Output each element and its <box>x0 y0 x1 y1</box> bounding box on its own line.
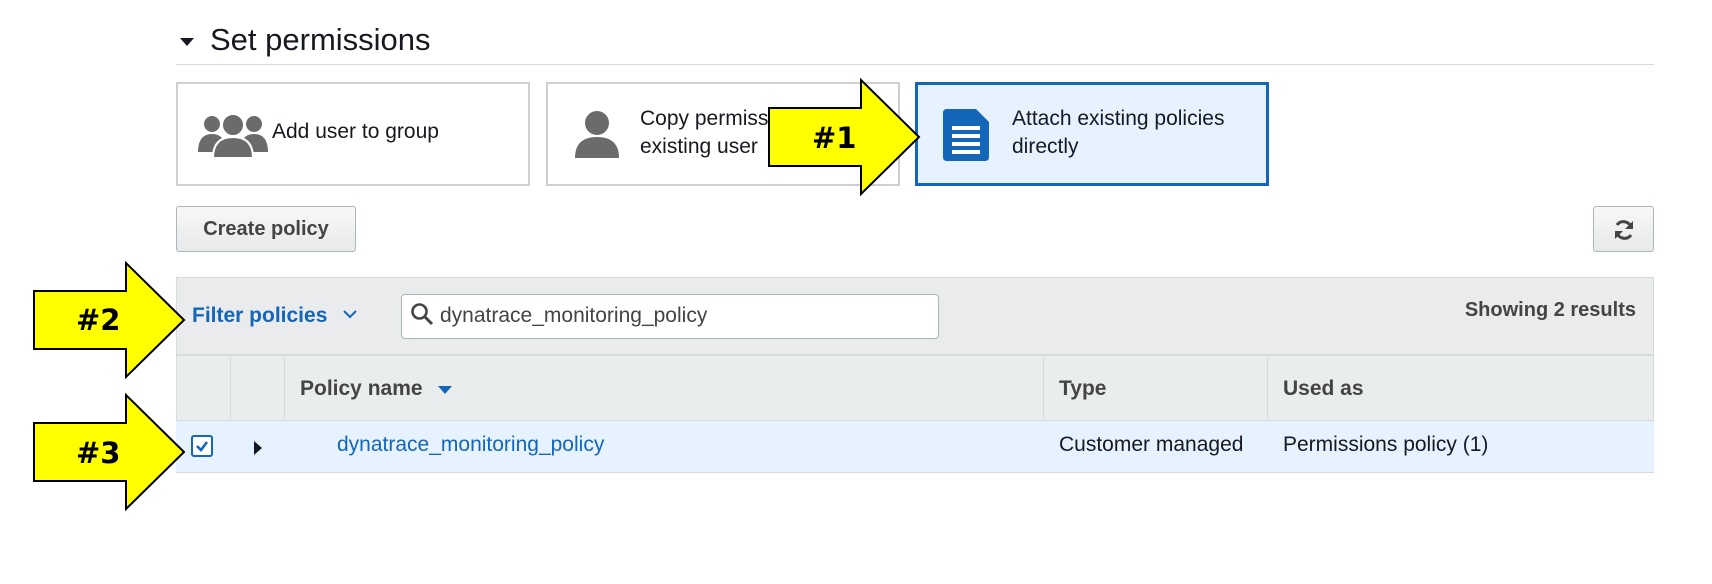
option-label-line2: directly <box>1012 135 1079 158</box>
option-label-line1: Copy permiss <box>640 107 769 130</box>
policy-type: Customer managed <box>1059 433 1244 456</box>
column-divider <box>284 355 285 421</box>
option-add-user-to-group[interactable]: Add user to group <box>176 82 530 186</box>
refresh-button[interactable] <box>1593 206 1654 252</box>
refresh-icon <box>1615 220 1633 240</box>
option-label-line2: existing user <box>640 135 758 158</box>
checkmark-icon <box>196 441 209 452</box>
column-header-type[interactable]: Type <box>1059 377 1106 401</box>
create-policy-label: Create policy <box>203 218 329 240</box>
column-header-used-as[interactable]: Used as <box>1283 377 1364 401</box>
option-label: Add user to group <box>272 120 439 143</box>
column-divider <box>1043 355 1044 421</box>
callout-label-2: #2 <box>76 303 121 337</box>
user-icon <box>575 111 619 158</box>
column-header-policy-name[interactable]: Policy name <box>300 377 423 401</box>
row-checkbox[interactable] <box>191 435 213 457</box>
chevron-down-icon[interactable] <box>343 309 357 319</box>
policy-used-as: Permissions policy (1) <box>1283 433 1489 456</box>
filter-policies-dropdown[interactable]: Filter policies <box>192 304 327 328</box>
section-divider <box>176 64 1654 65</box>
sort-descending-icon[interactable] <box>438 386 452 394</box>
column-divider <box>1267 355 1268 421</box>
collapse-caret-icon[interactable] <box>180 38 194 46</box>
result-count: Showing 2 results <box>1464 299 1636 321</box>
callout-label-3: #3 <box>76 436 121 470</box>
search-icon <box>411 303 434 326</box>
section-title: Set permissions <box>210 22 431 57</box>
option-attach-existing-policies[interactable]: Attach existing policies directly <box>915 82 1269 186</box>
create-policy-button[interactable]: Create policy <box>176 206 356 252</box>
user-group-icon <box>198 113 268 158</box>
document-icon <box>943 109 989 161</box>
column-divider <box>230 355 231 421</box>
option-label-line1: Attach existing policies <box>1012 107 1225 130</box>
search-value: dynatrace_monitoring_policy <box>440 304 708 327</box>
callout-label-1: #1 <box>812 121 857 155</box>
policy-name-link[interactable]: dynatrace_monitoring_policy <box>337 433 604 457</box>
expand-row-icon[interactable] <box>254 441 262 455</box>
